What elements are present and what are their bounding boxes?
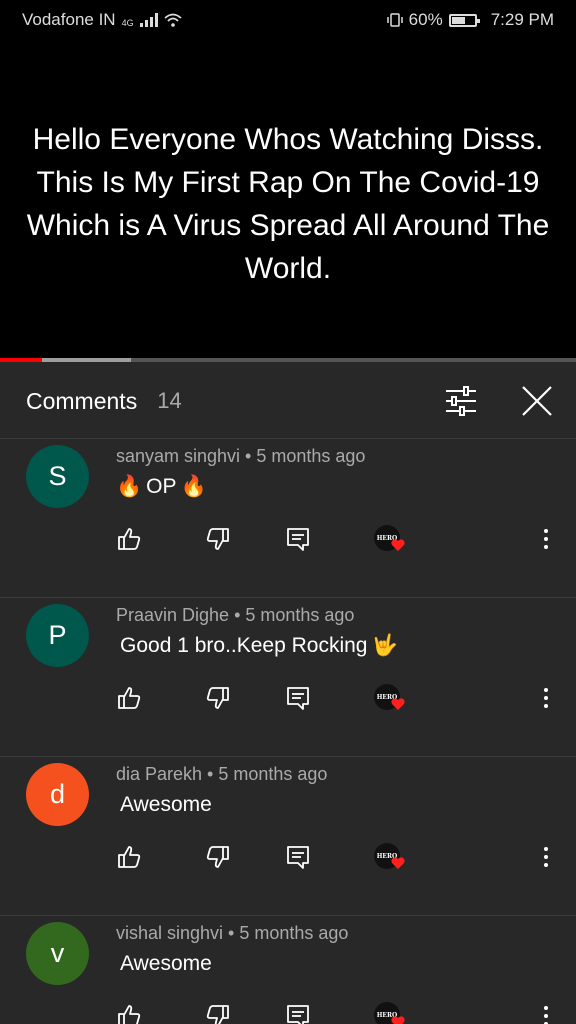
more-options-icon[interactable] <box>541 1003 551 1024</box>
heart-icon <box>390 1014 406 1024</box>
comment-text: 🔥 OP 🔥 <box>116 475 207 499</box>
battery-percent: 60% <box>408 10 443 29</box>
avatar-letter: d <box>49 779 66 809</box>
comment-body: Good 1 bro..Keep Rocking <box>120 634 368 657</box>
comments-title: Comments <box>26 387 138 414</box>
creator-heart-badge: HERO <box>374 1002 406 1024</box>
avatar-letter: v <box>50 938 65 968</box>
comment-body: Awesome <box>120 952 212 975</box>
more-options-icon[interactable] <box>541 526 551 552</box>
like-icon[interactable] <box>116 526 142 552</box>
video-player[interactable]: Vodafone IN 4G 60% 7:29 PM Hello Everyon… <box>0 0 576 360</box>
network-type: 4G <box>121 18 134 28</box>
dislike-icon[interactable] <box>205 526 231 552</box>
commenter-avatar[interactable]: S <box>26 445 89 508</box>
battery-icon <box>448 13 480 27</box>
reply-icon[interactable] <box>285 1003 311 1024</box>
comment-author-and-time[interactable]: sanyam singhvi • 5 months ago <box>116 446 365 467</box>
comments-count: 14 <box>157 388 182 413</box>
reply-icon[interactable] <box>285 844 311 870</box>
comment-emoji-after: 🤟 <box>371 634 398 657</box>
like-icon[interactable] <box>116 685 142 711</box>
more-options-icon[interactable] <box>541 844 551 870</box>
comment-item: v vishal singhvi • 5 months ago Awesome … <box>0 916 576 1024</box>
like-icon[interactable] <box>116 844 142 870</box>
heart-icon <box>390 537 406 553</box>
comment-author-and-time[interactable]: dia Parekh • 5 months ago <box>116 764 327 785</box>
video-caption: Hello Everyone Whos Watching Disss. This… <box>26 123 550 285</box>
status-bar: Vodafone IN 4G 60% 7:29 PM <box>0 0 576 40</box>
clock: 7:29 PM <box>490 10 554 29</box>
vibrate-icon <box>386 13 403 27</box>
more-options-icon[interactable] <box>541 685 551 711</box>
heart-icon <box>390 696 406 712</box>
creator-heart-badge: HERO <box>374 525 406 555</box>
comment-text: Awesome <box>116 952 216 976</box>
reply-icon[interactable] <box>285 685 311 711</box>
comment-actions: HERO <box>0 1002 576 1024</box>
comment-actions: HERO <box>0 684 576 714</box>
sort-filter-icon[interactable] <box>444 386 478 416</box>
comment-body: OP <box>146 475 177 498</box>
comment-item: S sanyam singhvi • 5 months ago 🔥 OP 🔥 H… <box>0 439 576 598</box>
comment-emoji-after: 🔥 <box>180 475 207 498</box>
wifi-icon <box>164 13 182 27</box>
comment-body: Awesome <box>120 793 212 816</box>
creator-heart-badge: HERO <box>374 684 406 714</box>
comment-text: Awesome <box>116 793 216 817</box>
creator-heart-badge: HERO <box>374 843 406 873</box>
comment-emoji-before: 🔥 <box>116 475 143 498</box>
comments-list[interactable]: S sanyam singhvi • 5 months ago 🔥 OP 🔥 H… <box>0 439 576 1024</box>
dislike-icon[interactable] <box>205 844 231 870</box>
avatar-letter: P <box>48 620 67 650</box>
like-icon[interactable] <box>116 1003 142 1024</box>
comments-header: Comments 14 <box>0 362 576 440</box>
commenter-avatar[interactable]: d <box>26 763 89 826</box>
reply-icon[interactable] <box>285 526 311 552</box>
carrier-name: Vodafone IN <box>22 10 116 29</box>
heart-icon <box>390 855 406 871</box>
commenter-avatar[interactable]: v <box>26 922 89 985</box>
dislike-icon[interactable] <box>205 685 231 711</box>
commenter-avatar[interactable]: P <box>26 604 89 667</box>
comment-item: P Praavin Dighe • 5 months ago Good 1 br… <box>0 598 576 757</box>
comment-author-and-time[interactable]: vishal singhvi • 5 months ago <box>116 923 348 944</box>
dislike-icon[interactable] <box>205 1003 231 1024</box>
comment-author-and-time[interactable]: Praavin Dighe • 5 months ago <box>116 605 354 626</box>
comment-actions: HERO <box>0 843 576 873</box>
close-icon[interactable] <box>520 384 554 418</box>
avatar-letter: S <box>48 461 67 491</box>
signal-icon <box>139 13 158 27</box>
comment-actions: HERO <box>0 525 576 555</box>
comment-text: Good 1 bro..Keep Rocking 🤟 <box>116 634 398 658</box>
comment-item: d dia Parekh • 5 months ago Awesome HERO <box>0 757 576 916</box>
